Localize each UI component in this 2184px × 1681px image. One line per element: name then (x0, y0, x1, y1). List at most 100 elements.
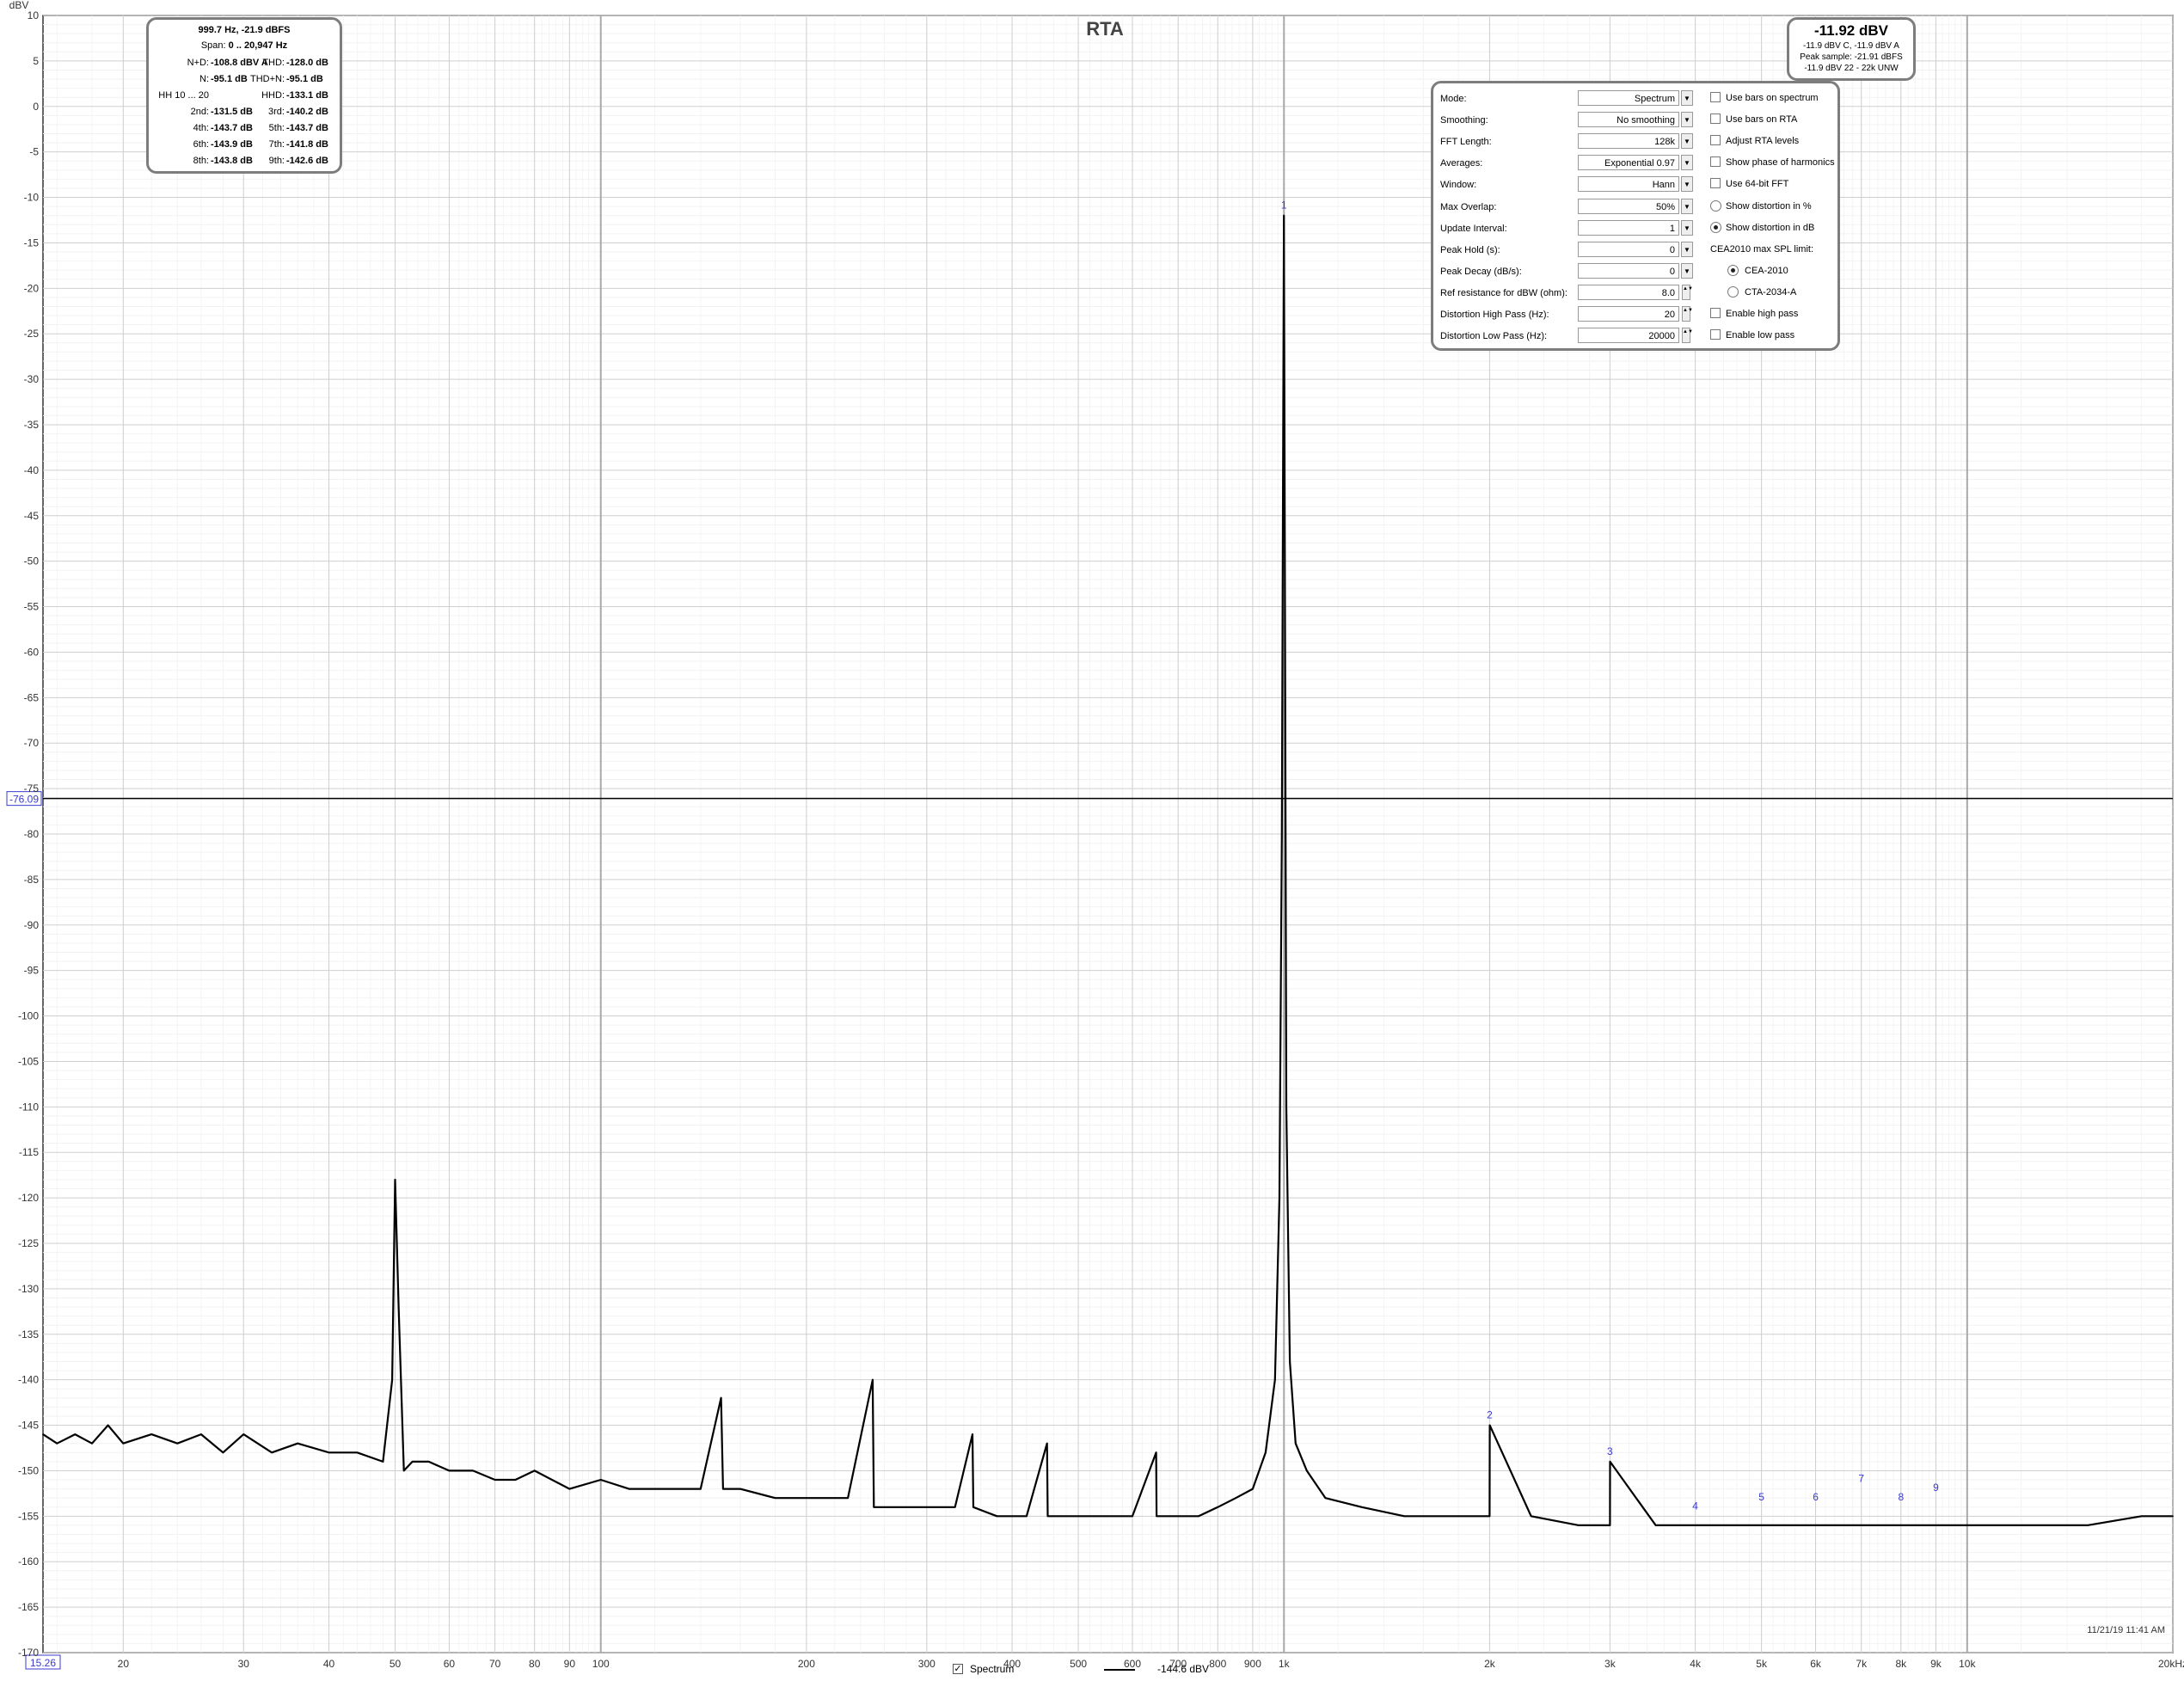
stats-value: -143.9 dB (211, 139, 253, 150)
option-heading: CEA2010 max SPL limit: (1710, 243, 1814, 255)
chevron-down-icon[interactable]: ▼ (1681, 176, 1693, 193)
radio-show-distortion-in[interactable] (1710, 199, 1721, 212)
x-tick-label: 2k (1484, 1658, 1496, 1670)
legend-cursor-value: -144.6 dBV (1157, 1663, 1210, 1675)
data-point (1252, 1488, 1254, 1490)
x-tick-label: 50 (390, 1658, 402, 1670)
dropdown-mode[interactable]: Spectrum (1578, 90, 1679, 106)
x-tick-label: 80 (529, 1658, 541, 1670)
checkbox-show-phase-of-harmonics[interactable] (1710, 156, 1721, 168)
checkbox-use-64-bit-fft[interactable] (1710, 178, 1721, 189)
data-point (222, 1451, 224, 1454)
checkbox-enable-high-pass[interactable] (1710, 308, 1721, 318)
grid (42, 15, 2174, 1653)
stats-value: -128.0 dB (286, 58, 328, 68)
radio-cea-2010[interactable] (1727, 264, 1739, 276)
chevron-down-icon[interactable]: ▼ (1681, 241, 1693, 257)
x-tick-label: 200 (798, 1658, 815, 1670)
y-tick-label: -155 (18, 1510, 39, 1522)
data-point (872, 1378, 874, 1381)
checkbox-use-bars-on-spectrum[interactable] (1710, 92, 1721, 102)
x-tick-label: 300 (918, 1658, 936, 1670)
data-point (1488, 1424, 1491, 1426)
data-point (1294, 1442, 1297, 1445)
data-point (1177, 1515, 1179, 1518)
spinner-distortion-high-pass-hz[interactable]: 20 (1578, 306, 1679, 322)
data-point (774, 1497, 776, 1499)
data-point (1077, 1515, 1079, 1518)
data-point (1285, 1106, 1287, 1108)
checkbox-enable-low-pass[interactable] (1710, 329, 1721, 340)
checkbox-use-bars-on-rta[interactable] (1710, 113, 1721, 125)
rta-chart[interactable]: 12345 6789 -76.0915.26 1050-5-10-15-20-25… (0, 0, 2184, 1681)
dropdown-smoothing[interactable]: No smoothing (1578, 112, 1679, 128)
data-point (1403, 1515, 1405, 1518)
stats-label: HHD: (261, 90, 285, 101)
chevron-down-icon[interactable]: ▼ (1681, 90, 1693, 106)
chevron-down-icon[interactable]: ▼ (1681, 112, 1693, 128)
data-point (91, 1442, 93, 1445)
settings-row: Mode: Spectrum ▼ Use bars on spectrum (1440, 90, 1829, 109)
x-tick-label: 8k (1895, 1658, 1907, 1670)
checkbox-adjust-rta-levels[interactable] (1710, 135, 1721, 146)
x-tick-label: 3k (1604, 1658, 1617, 1670)
data-point (1273, 1378, 1276, 1381)
data-point (356, 1451, 359, 1454)
x-tick-label: 5k (1756, 1658, 1768, 1670)
radio-show-distortion-in-db[interactable] (1710, 221, 1721, 233)
label-peak-decay-db-s: Peak Decay (dB/s): (1440, 266, 1522, 277)
y-tick-label: -20 (24, 282, 40, 294)
stats-value: -133.1 dB (286, 90, 328, 101)
option-label: Enable low pass (1726, 330, 1795, 341)
y-tick-label: -65 (24, 691, 40, 703)
data-point (150, 1433, 153, 1435)
spinner-arrows-icon[interactable]: ▲▼ (1682, 306, 1693, 322)
y-tick-label: -15 (24, 236, 40, 248)
y-tick-label: -5 (29, 146, 39, 158)
stats-label: HH 10 ... 20 (158, 90, 209, 101)
x-tick-label: 60 (444, 1658, 456, 1670)
data-point (1900, 1525, 1902, 1526)
y-tick-label: -115 (19, 1146, 39, 1158)
harmonic-marker-label: 3 (1607, 1445, 1613, 1457)
dropdown-peak-hold-s[interactable]: 0 (1578, 241, 1679, 257)
spinner-ref-resistance-for-dbw-ohm[interactable]: 8.0 (1578, 284, 1679, 300)
y-tick-label: -60 (24, 646, 40, 658)
legend-line-swatch (1104, 1669, 1135, 1671)
radio-cta-2034-a[interactable] (1727, 285, 1739, 298)
dropdown-averages[interactable]: Exponential 0.97 (1578, 155, 1679, 171)
x-tick-label: 1k (1279, 1658, 1291, 1670)
chevron-down-icon[interactable]: ▼ (1681, 155, 1693, 171)
spinner-arrows-icon[interactable]: ▲▼ (1682, 328, 1693, 344)
data-point (1283, 214, 1285, 217)
data-point (1106, 1515, 1107, 1518)
x-tick-label: 800 (1209, 1658, 1226, 1670)
chevron-down-icon[interactable]: ▼ (1681, 262, 1693, 279)
data-point (328, 1451, 330, 1454)
data-point (972, 1506, 974, 1508)
y-tick-label: -140 (18, 1374, 39, 1386)
y-tick-label: 10 (28, 9, 40, 21)
dropdown-window[interactable]: Hann (1578, 176, 1679, 193)
settings-row: Smoothing: No smoothing ▼ Use bars on RTA (1440, 112, 1829, 131)
chevron-down-icon[interactable]: ▼ (1681, 198, 1693, 214)
label-max-overlap: Max Overlap: (1440, 201, 1497, 212)
data-point (1217, 1506, 1219, 1508)
settings-row: Ref resistance for dBW (ohm): 8.0 ▲▼ CTA-20… (1440, 284, 1829, 304)
dropdown-fft-length[interactable]: 128k (1578, 133, 1679, 150)
spinner-arrows-icon[interactable]: ▲▼ (1682, 284, 1693, 300)
chevron-down-icon[interactable]: ▼ (1681, 219, 1693, 236)
dropdown-max-overlap[interactable]: 50% (1578, 198, 1679, 214)
option-label: Show distortion in dB (1726, 222, 1815, 233)
stats-value: -143.8 dB (211, 156, 253, 166)
stats-label: THD: (262, 58, 285, 68)
y-axis-label: dBV (9, 0, 29, 11)
stats-label: N: (199, 74, 209, 84)
y-tick-label: -110 (19, 1101, 39, 1113)
spectrum-visibility-checkbox[interactable]: ✓ (953, 1664, 963, 1674)
spinner-distortion-low-pass-hz[interactable]: 20000 (1578, 328, 1679, 344)
chevron-down-icon[interactable]: ▼ (1681, 133, 1693, 150)
dropdown-peak-decay-db-s[interactable]: 0 (1578, 262, 1679, 279)
dropdown-update-interval[interactable]: 1 (1578, 219, 1679, 236)
data-point (1694, 1525, 1696, 1526)
